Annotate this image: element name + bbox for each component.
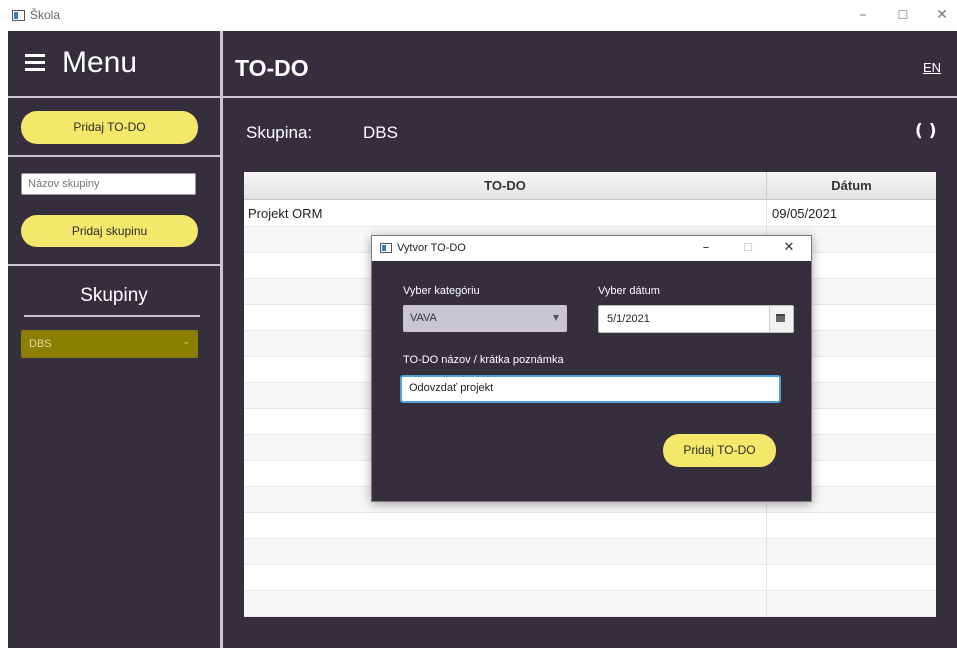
group-select-value: DBS [29, 338, 52, 350]
todo-name-input[interactable]: Odovzdať projekt [400, 375, 781, 403]
date-cell: 09/05/2021 [772, 206, 838, 221]
table-header: TO-DO Dátum [244, 172, 936, 200]
calendar-icon [776, 314, 785, 322]
maximize-button[interactable]: ☐ [888, 4, 918, 26]
dialog-close-button[interactable]: ✕ [775, 238, 803, 258]
hamburger-menu-icon[interactable] [25, 54, 45, 71]
header-divider [8, 96, 957, 98]
dialog-titlebar: Vytvor TO-DO – ☐ ✕ [372, 236, 811, 261]
app-icon [12, 10, 25, 21]
dialog-add-todo-button[interactable]: Pridaj TO-DO [663, 434, 776, 467]
dialog-minimize-button[interactable]: – [692, 238, 720, 258]
groups-title: Skupiny [80, 285, 148, 306]
todo-cell: Projekt ORM [244, 201, 767, 227]
date-cell [767, 539, 936, 565]
dialog-maximize-button[interactable]: ☐ [734, 238, 762, 258]
todo-cell [244, 539, 767, 565]
category-select-value: VAVA [410, 312, 437, 324]
date-value: 5/1/2021 [607, 313, 650, 325]
group-label: Skupina: [246, 123, 313, 142]
group-select[interactable]: DBS ⌄ [21, 330, 198, 358]
refresh-icon[interactable]: ( ) [915, 121, 936, 141]
group-value: DBS [363, 123, 398, 142]
menu-title: Menu [62, 46, 138, 79]
group-name-input[interactable] [21, 173, 196, 195]
category-label: Vyber kategóriu [403, 285, 480, 297]
date-cell [767, 513, 936, 539]
chevron-down-icon: ▼ [552, 313, 559, 322]
date-cell [767, 565, 936, 591]
close-button[interactable]: ✕ [927, 4, 957, 26]
date-picker[interactable]: 5/1/2021 [598, 305, 794, 333]
column-header-todo[interactable]: TO-DO [244, 172, 767, 200]
dialog-app-icon [380, 243, 392, 253]
todo-cell [244, 513, 767, 539]
sidebar-divider-2 [8, 264, 220, 266]
window-title: Škola [30, 8, 61, 22]
todo-cell [244, 565, 767, 591]
groups-underline [24, 315, 200, 317]
minimize-button[interactable]: – [848, 4, 878, 26]
add-group-button[interactable]: Pridaj skupinu [21, 215, 198, 247]
todo-cell [244, 591, 767, 617]
chevron-down-icon: ⌄ [182, 337, 190, 347]
window-titlebar: Škola – ☐ ✕ [0, 0, 957, 31]
date-label: Vyber dátum [598, 285, 660, 297]
date-cell [767, 591, 936, 617]
table-row[interactable] [244, 591, 936, 617]
table-row[interactable] [244, 539, 936, 565]
table-row[interactable] [244, 513, 936, 539]
column-header-date[interactable]: Dátum [767, 172, 936, 200]
category-select[interactable]: VAVA ▼ [403, 305, 567, 332]
add-todo-button[interactable]: Pridaj TO-DO [21, 111, 198, 144]
table-row[interactable] [244, 565, 936, 591]
create-todo-dialog: Vytvor TO-DO – ☐ ✕ Vyber kategóriu Vyber… [371, 235, 812, 502]
dialog-title: Vytvor TO-DO [397, 242, 466, 254]
sidebar-divider [220, 31, 223, 648]
table-row[interactable]: Projekt ORM 09/05/2021 [244, 201, 936, 227]
page-title: TO-DO [235, 55, 309, 81]
sidebar-divider-1 [8, 155, 220, 157]
calendar-button[interactable] [769, 306, 793, 332]
language-link[interactable]: EN [923, 60, 941, 75]
todo-name-label: TO-DO názov / krátka poznámka [403, 354, 564, 366]
